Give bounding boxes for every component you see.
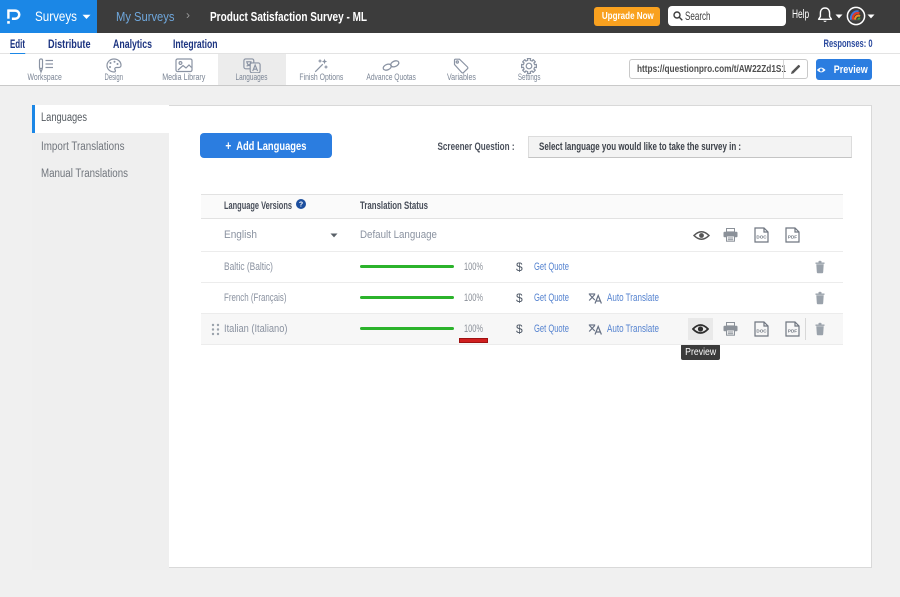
- svg-text:DOC: DOC: [756, 235, 767, 240]
- svg-text:?: ?: [299, 202, 303, 209]
- svg-text:DOC: DOC: [756, 329, 767, 334]
- svg-text:PDF: PDF: [788, 235, 797, 240]
- svg-text:PDF: PDF: [788, 329, 797, 334]
